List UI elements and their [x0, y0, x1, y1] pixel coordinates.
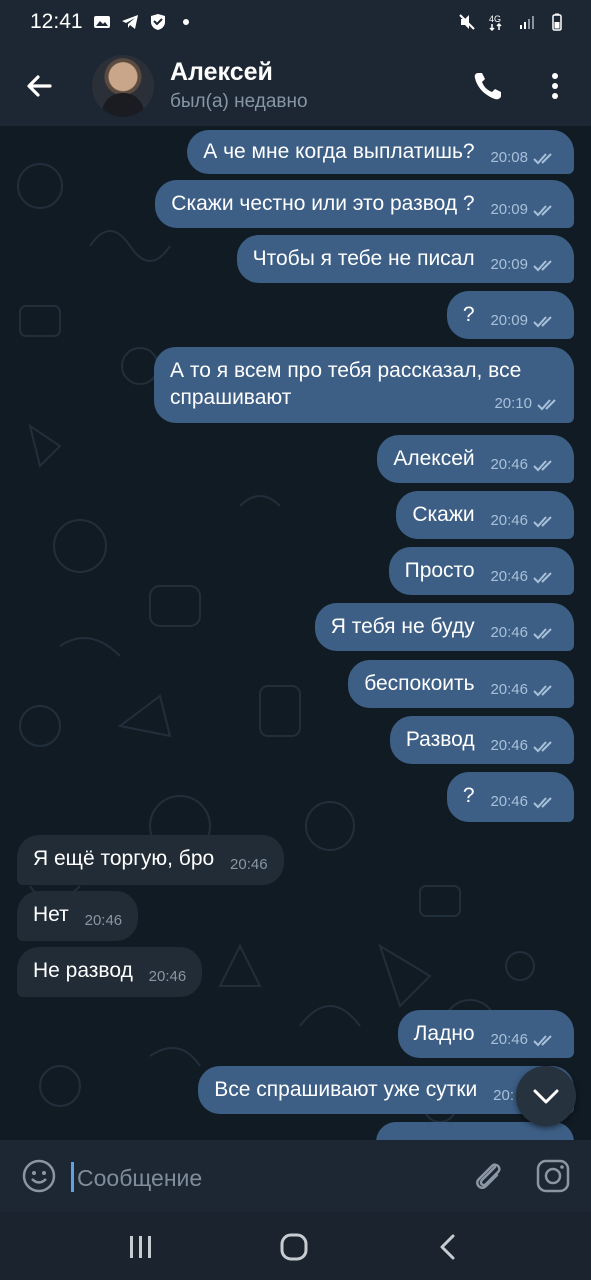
recent-apps-icon[interactable] [126, 1234, 156, 1260]
message-bubble[interactable]: Скажи честно или это развод ? 20:09 [155, 180, 574, 228]
message-time: 20:46 [490, 456, 528, 473]
message-time: 20:46 [490, 737, 528, 754]
emoji-icon[interactable] [20, 1157, 58, 1195]
read-check-icon [533, 796, 552, 808]
telegram-icon [122, 15, 138, 29]
camera-icon[interactable] [534, 1157, 572, 1195]
message-text: ? [462, 784, 475, 807]
message-time: 20:08 [490, 149, 528, 166]
read-check-icon [533, 571, 552, 583]
message-text: Скажи честно или это развод ? [171, 192, 475, 215]
message-bubble[interactable]: Скажи 20:46 [396, 491, 574, 539]
status-bar: 12:41 4G [0, 0, 591, 46]
message-bubble[interactable]: ? 20:46 [446, 772, 574, 822]
more-vertical-icon[interactable] [540, 66, 570, 106]
read-check-icon [533, 684, 552, 696]
message-bubble[interactable]: Нет 20:46 [17, 891, 139, 941]
message-text: Все спрашивают уже сутки [214, 1078, 478, 1101]
read-check-icon [533, 259, 552, 271]
message-time: 20:46 [490, 681, 528, 698]
message-text: Не развод [33, 959, 133, 982]
message-time: 20:46 [490, 793, 528, 810]
message-text: А то я всем про тебя рассказал, все спра… [170, 359, 522, 409]
message-text: Нет [33, 903, 69, 926]
nav-back-icon[interactable] [434, 1232, 462, 1262]
message-time: 20:46 [490, 568, 528, 585]
message-bubble[interactable]: ? 20:09 [446, 291, 574, 339]
message-text: Ладно [413, 1022, 475, 1045]
chat-header: Алексей был(а) недавно [0, 46, 591, 126]
text-cursor [71, 1162, 74, 1192]
message-text: Развод [405, 728, 475, 751]
signal-bars-icon [520, 16, 534, 29]
message-time: 20:10 [494, 395, 532, 412]
contact-name[interactable]: Алексей [170, 58, 273, 87]
read-check-icon [533, 627, 552, 639]
system-nav-bar [0, 1212, 591, 1280]
message-time: 20:09 [490, 312, 528, 329]
message-text: А че мне когда выплатишь? [203, 140, 475, 163]
message-time: 20:46 [490, 624, 528, 641]
status-time: 12:41 [30, 10, 83, 33]
mute-icon [459, 14, 475, 30]
message-input[interactable] [75, 1158, 459, 1198]
message-bubble[interactable]: Я тебя не буду 20:46 [314, 603, 574, 651]
message-time: 20:46 [490, 512, 528, 529]
message-text: ? [462, 303, 475, 326]
read-check-icon [533, 1034, 552, 1046]
chat-area[interactable]: А че мне когда выплатишь? 20:08 Скажи че… [0, 126, 591, 1140]
read-check-icon [533, 315, 552, 327]
message-text: Я тебя не буду [330, 615, 475, 638]
avatar[interactable] [92, 55, 154, 117]
4g-signal-icon: 4G [489, 14, 502, 32]
read-check-icon [533, 515, 552, 527]
message-text: Скажи [412, 503, 475, 526]
paperclip-icon[interactable] [470, 1157, 506, 1195]
battery-icon [552, 13, 562, 31]
message-text: Я ещё торгую, бро [33, 847, 215, 870]
message-bubble[interactable]: Развод 20:46 [389, 716, 574, 764]
scroll-down-button[interactable] [516, 1066, 576, 1126]
message-text: Просто [404, 559, 475, 582]
message-time: 20:46 [490, 1031, 528, 1048]
message-composer [0, 1140, 591, 1212]
message-bubble[interactable]: Ладно 20:46 [397, 1010, 574, 1058]
message-bubble[interactable]: А че мне когда выплатишь? 20:08 [187, 130, 574, 174]
message-time: 20:46 [84, 912, 123, 929]
message-bubble[interactable]: Я ещё торгую, бро 20:46 [17, 835, 284, 885]
read-check-icon [533, 459, 552, 471]
message-time: 20:09 [490, 256, 528, 273]
message-text: беспокоить [364, 672, 475, 695]
home-icon[interactable] [278, 1232, 310, 1262]
dot-icon [183, 19, 189, 25]
message-bubble[interactable]: А то я всем про тебя рассказал, все спра… [154, 347, 574, 423]
message-time: 20: [493, 1087, 514, 1104]
contact-status: был(а) недавно [170, 91, 308, 112]
message-bubble[interactable]: Просто 20:46 [388, 547, 574, 595]
gallery-icon [94, 16, 110, 28]
read-check-icon [533, 204, 552, 216]
phone-icon[interactable] [468, 66, 508, 106]
message-text: Чтобы я тебе не писал [252, 247, 475, 270]
read-check-icon [533, 740, 552, 752]
message-text: Алексей [393, 447, 475, 470]
read-check-icon [533, 152, 552, 164]
message-time: 20:46 [148, 968, 187, 985]
shield-icon [151, 14, 165, 30]
message-bubble[interactable]: Не развод 20:46 [17, 947, 203, 997]
svg-text:4G: 4G [489, 14, 501, 24]
back-arrow-icon[interactable] [18, 64, 62, 108]
message-bubble[interactable]: беспокоить 20:46 [348, 660, 574, 708]
message-bubble[interactable]: Чтобы я тебе не писал 20:09 [236, 235, 574, 283]
message-time: 20:09 [490, 201, 528, 218]
message-time: 20:46 [230, 856, 268, 873]
read-check-icon [537, 398, 556, 410]
message-bubble[interactable]: Алексей 20:46 [377, 435, 574, 483]
